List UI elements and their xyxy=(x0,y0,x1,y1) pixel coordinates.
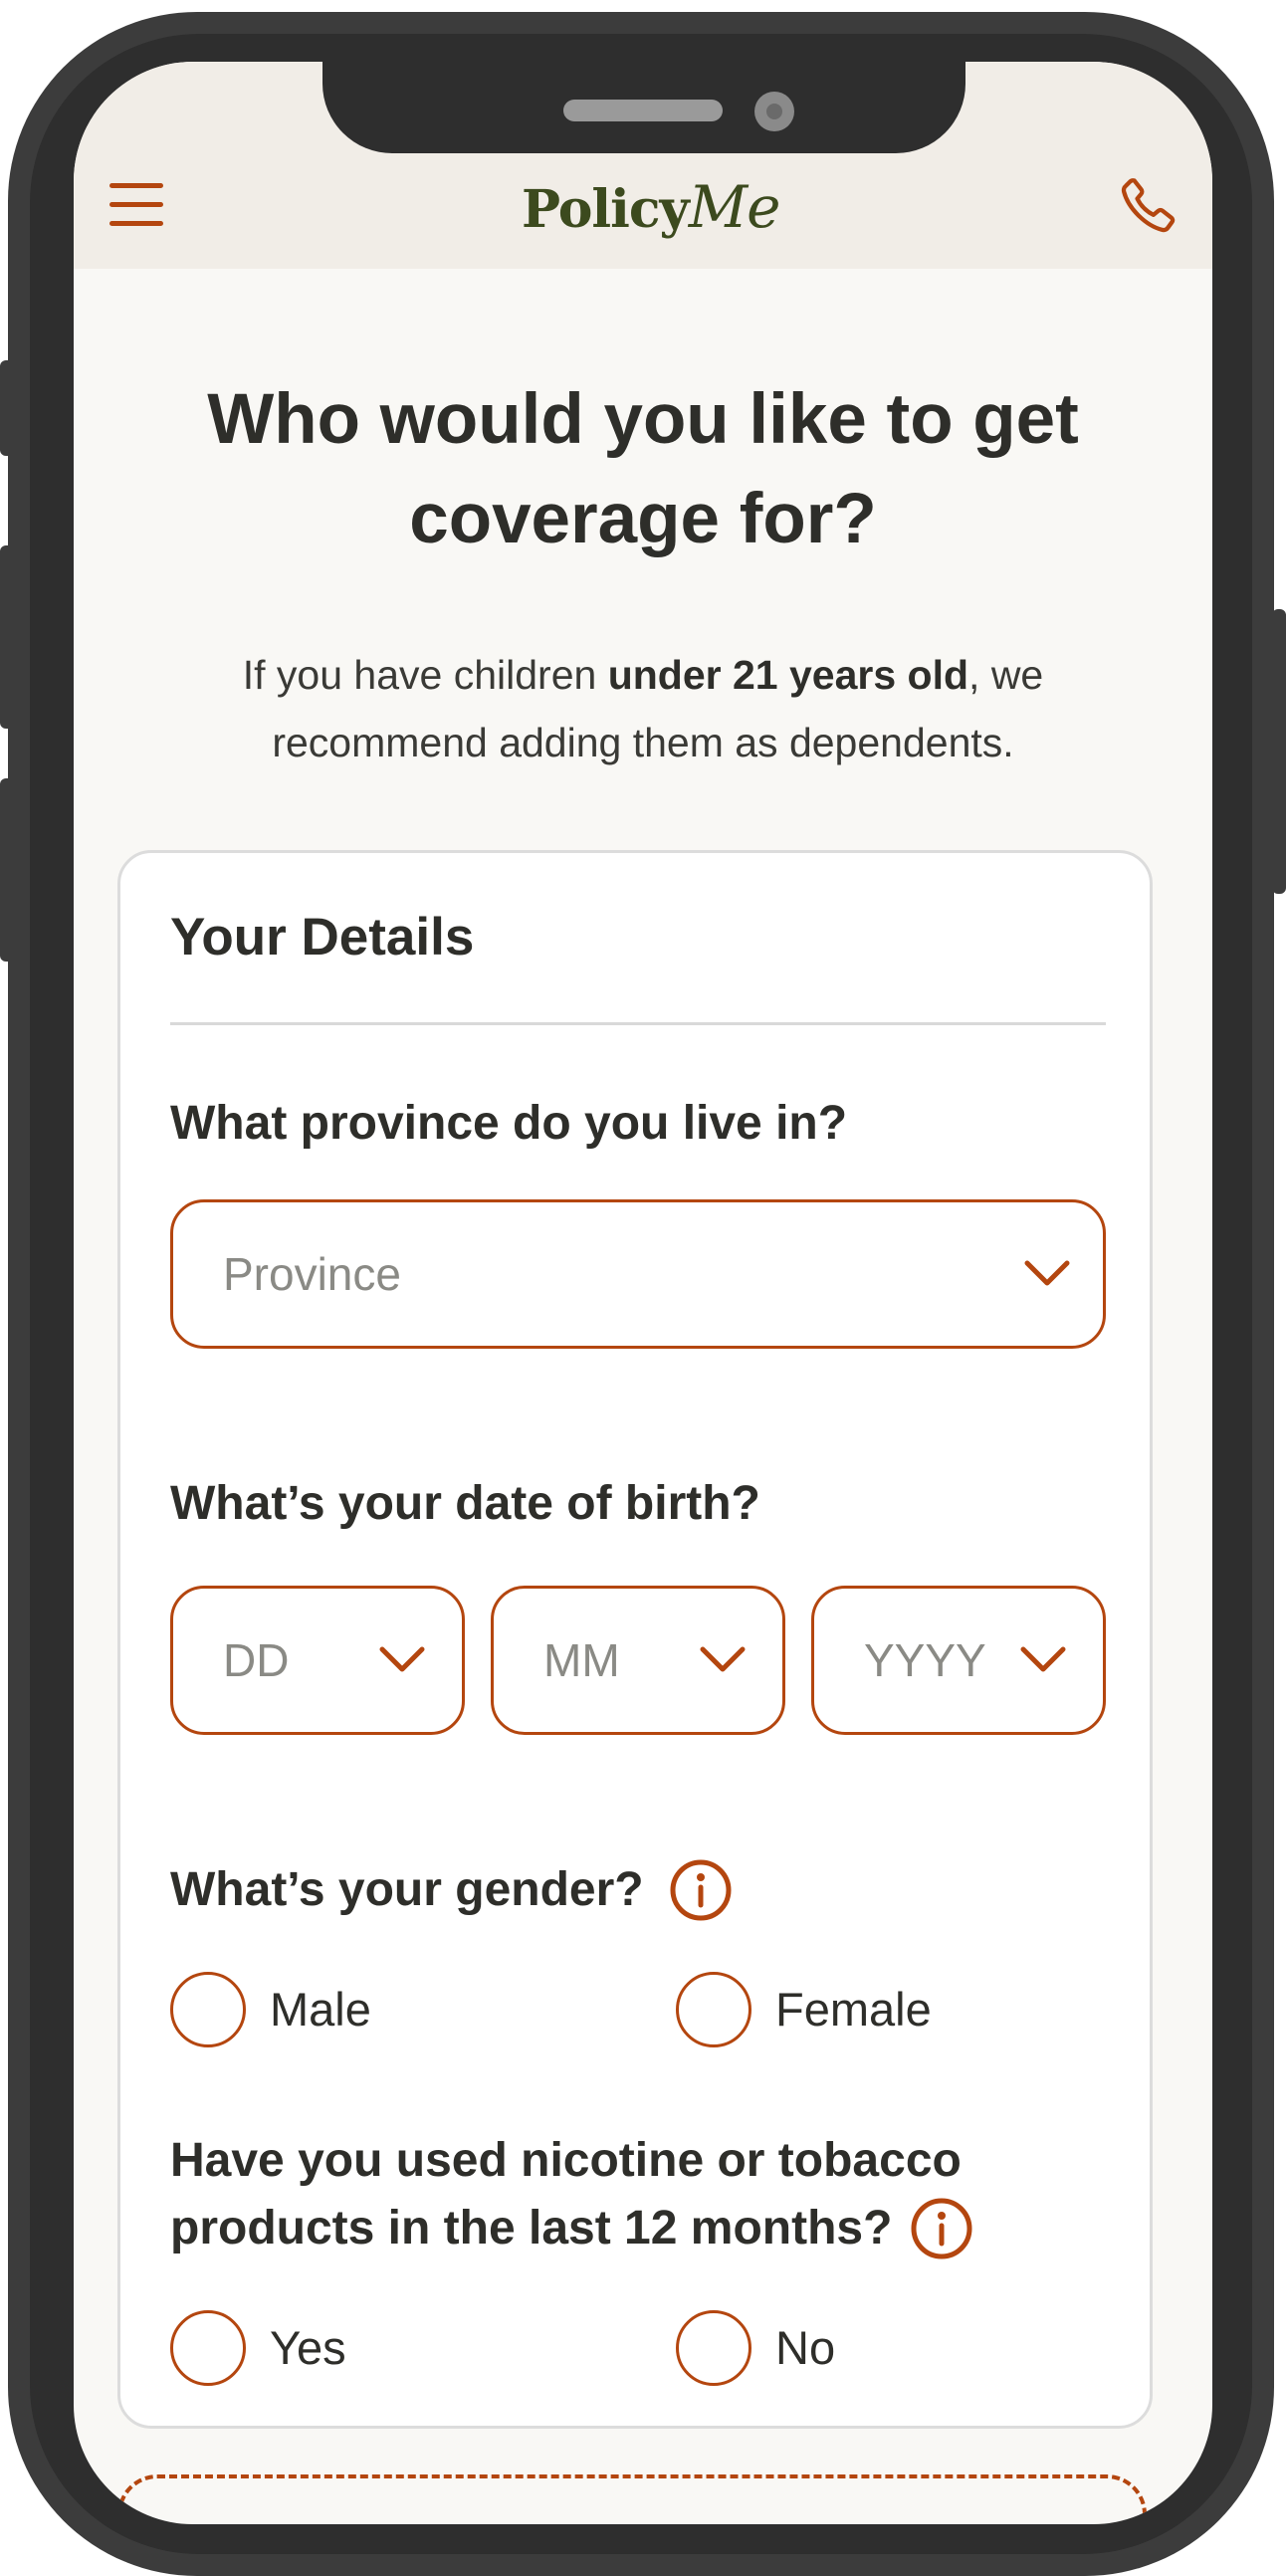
subtitle-bold-text: under 21 years old xyxy=(607,652,969,698)
page-subtitle: If you have children under 21 years old,… xyxy=(173,641,1113,776)
page-title: Who would you like to get coverage for? xyxy=(207,380,1079,558)
info-icon[interactable] xyxy=(910,2197,973,2260)
subtitle-text: If you have children xyxy=(242,652,608,698)
year-placeholder: YYYY xyxy=(864,1634,986,1686)
phone-side-button xyxy=(0,360,14,456)
gender-male-label[interactable]: Male xyxy=(270,1972,371,2047)
nicotine-yes-label[interactable]: Yes xyxy=(270,2310,346,2386)
nicotine-question-text: Have you used nicotine or tobacco produc… xyxy=(170,2134,962,2254)
chevron-down-icon xyxy=(379,1646,425,1672)
chevron-down-icon xyxy=(1024,1260,1070,1286)
phone-speaker xyxy=(563,100,723,121)
info-icon[interactable] xyxy=(669,1858,733,1922)
dob-question: What’s your date of birth? xyxy=(170,1477,760,1530)
province-placeholder: Province xyxy=(223,1248,401,1300)
gender-male-radio[interactable] xyxy=(170,1972,246,2047)
gender-question: What’s your gender? xyxy=(170,1863,644,1916)
logo-script-text: Me xyxy=(688,173,781,241)
card-divider xyxy=(170,1022,1106,1025)
phone-screen: PolicyMe Who would you like to get cover… xyxy=(74,62,1212,2524)
dob-month-select[interactable]: MM xyxy=(491,1586,785,1735)
gender-female-radio[interactable] xyxy=(676,1972,751,2047)
logo-text: Policy xyxy=(522,179,690,240)
month-placeholder: MM xyxy=(543,1634,620,1686)
chevron-down-icon xyxy=(700,1646,746,1672)
phone-side-button xyxy=(1272,609,1286,894)
your-details-card: Your Details What province do you live i… xyxy=(117,850,1153,2429)
dob-day-select[interactable]: DD xyxy=(170,1586,465,1735)
phone-side-button xyxy=(0,778,14,962)
province-select[interactable]: Province xyxy=(170,1199,1106,1349)
phone-side-button xyxy=(0,545,14,729)
province-question: What province do you live in? xyxy=(170,1097,848,1150)
policyme-logo[interactable]: PolicyMe xyxy=(522,173,780,243)
phone-notch xyxy=(322,62,965,153)
phone-camera xyxy=(754,92,794,131)
hamburger-menu-icon[interactable] xyxy=(109,183,163,227)
gender-female-label[interactable]: Female xyxy=(775,1972,932,2047)
nicotine-no-label[interactable]: No xyxy=(775,2310,835,2386)
add-dependent-card[interactable] xyxy=(117,2474,1147,2524)
nicotine-no-radio[interactable] xyxy=(676,2310,751,2386)
phone-icon[interactable] xyxy=(1117,173,1180,237)
nicotine-yes-radio[interactable] xyxy=(170,2310,246,2386)
dob-year-select[interactable]: YYYY xyxy=(811,1586,1106,1735)
card-title: Your Details xyxy=(170,908,475,966)
day-placeholder: DD xyxy=(223,1634,290,1686)
chevron-down-icon xyxy=(1020,1646,1066,1672)
